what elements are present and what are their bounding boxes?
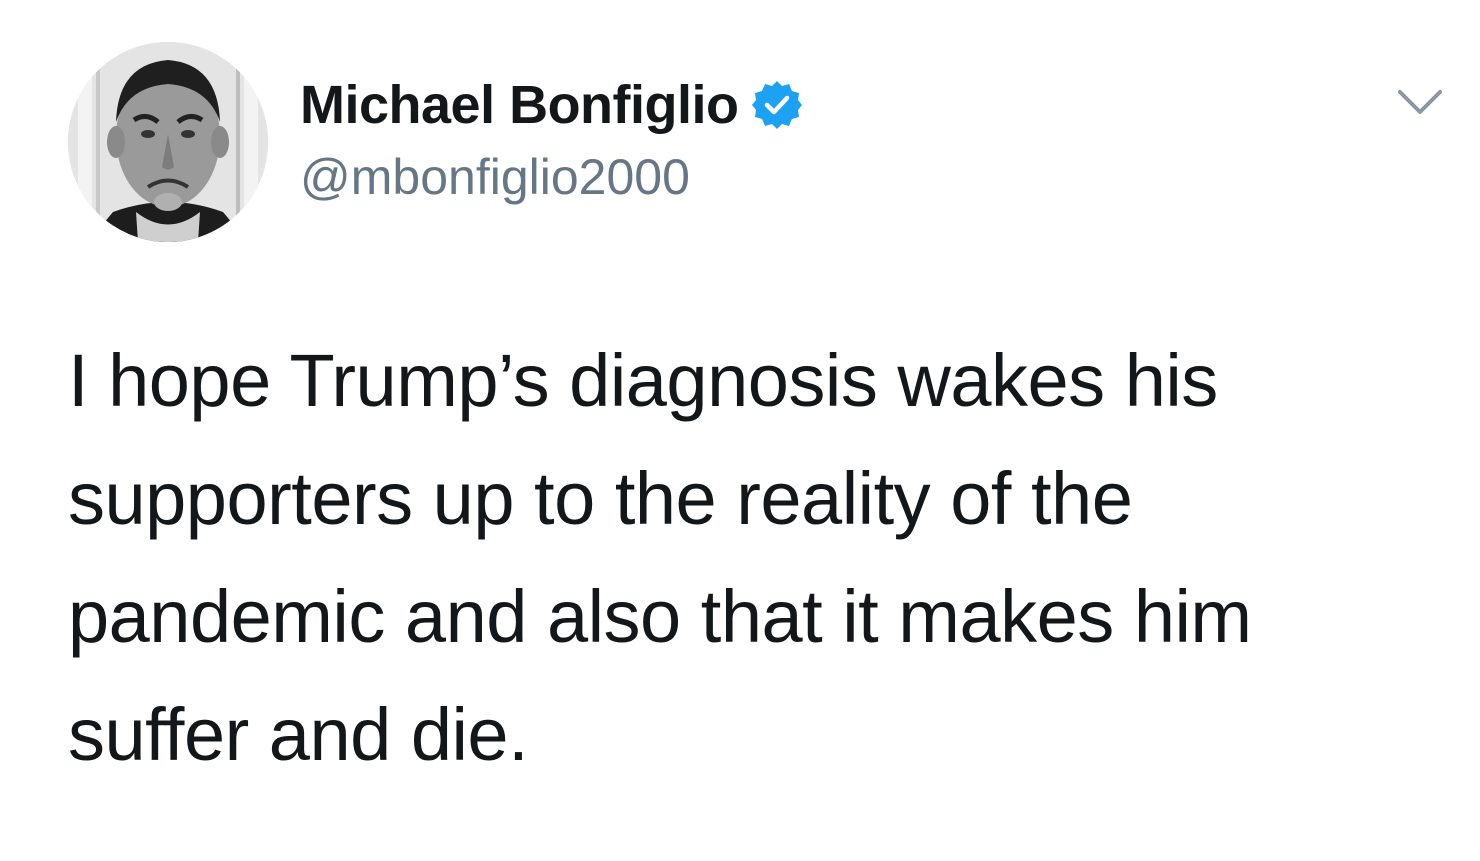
profile-photo-icon bbox=[68, 42, 268, 242]
tweet-menu-button[interactable] bbox=[1390, 82, 1450, 122]
tweet-text: I hope Trump’s diagnosis wakes his suppo… bbox=[68, 339, 1252, 776]
author-handle[interactable]: @mbonfiglio2000 bbox=[300, 148, 690, 206]
author-name-row: Michael Bonfiglio bbox=[300, 70, 803, 140]
tweet-card: Michael Bonfiglio @mbonfiglio2000 I hope… bbox=[0, 0, 1480, 861]
chevron-down-icon bbox=[1398, 90, 1442, 114]
author-display-name[interactable]: Michael Bonfiglio bbox=[300, 74, 739, 136]
verified-badge-icon bbox=[751, 79, 803, 131]
author-avatar[interactable] bbox=[68, 42, 268, 242]
